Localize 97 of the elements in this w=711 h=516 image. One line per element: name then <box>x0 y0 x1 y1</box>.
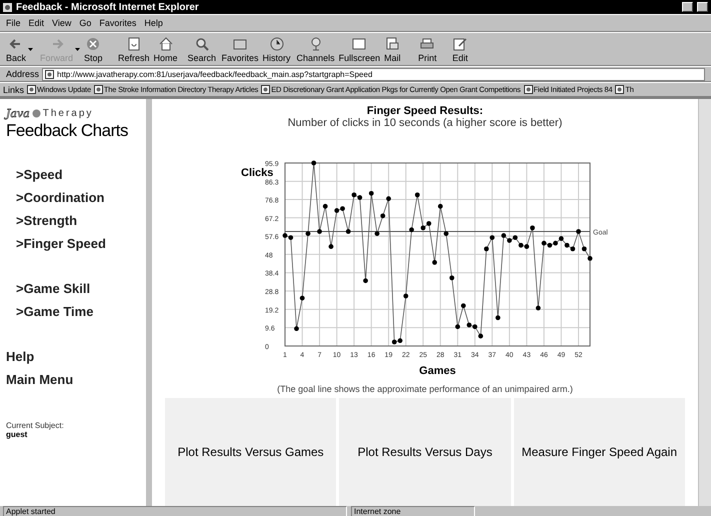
window-title: Feedback - Microsoft Internet Explorer <box>16 2 200 12</box>
data-point <box>536 306 541 310</box>
data-point <box>484 246 489 252</box>
data-point <box>300 296 305 300</box>
caret-icon <box>28 48 34 50</box>
action-button[interactable]: Measure Finger Speed Again <box>514 398 685 506</box>
status-text: Internet zone <box>351 506 475 516</box>
data-point <box>363 278 368 284</box>
toolbar-button[interactable]: Favorites <box>222 36 259 62</box>
nav-link[interactable]: >Coordination <box>16 190 146 205</box>
data-point <box>403 294 408 298</box>
data-point <box>311 160 316 166</box>
window-icon <box>351 36 368 52</box>
address-field[interactable]: http://www.javatherapy.com:81/userjava/feedback/feedback_main.asp?startgraph=Speed <box>42 68 705 80</box>
mail-icon <box>384 36 400 52</box>
menu-item[interactable]: File <box>6 18 21 28</box>
data-point <box>455 324 460 330</box>
data-point <box>588 256 592 261</box>
nav-link[interactable]: >Game Skill <box>16 281 146 296</box>
data-point <box>490 235 495 240</box>
browser-icon <box>3 2 12 12</box>
links-label: Links <box>3 84 24 94</box>
maximize-button[interactable] <box>697 2 708 12</box>
axis-label: Clicks <box>241 167 274 179</box>
chart-subtitle: Number of clicks in 10 seconds (a higher score is better) <box>288 117 562 129</box>
data-point <box>438 204 443 209</box>
data-point <box>328 244 334 249</box>
page-icon <box>27 85 36 94</box>
logo-script: Java <box>6 107 30 120</box>
toolbar-button[interactable]: Edit <box>452 36 482 62</box>
page-icon <box>524 85 533 94</box>
logo-icon <box>32 109 41 118</box>
data-point <box>380 213 386 218</box>
data-point <box>449 275 454 280</box>
menu-item[interactable]: Edit <box>28 18 44 28</box>
clock-icon <box>268 36 285 52</box>
data-point <box>478 334 484 338</box>
sidebar-heading: Feedback Charts <box>6 121 129 141</box>
data-point <box>496 315 500 320</box>
goal-note: (The goal line shows the approximate performance of an unimpaired arm.) <box>277 384 573 394</box>
nav-link[interactable]: >Finger Speed <box>16 236 146 251</box>
toolbar-button[interactable]: Mail <box>384 36 414 62</box>
page-icon <box>615 85 624 94</box>
data-point <box>414 192 420 198</box>
menu-item[interactable]: Favorites <box>99 18 136 28</box>
toolbar-button[interactable]: Refresh <box>118 36 150 62</box>
subject-name: guest <box>6 430 28 439</box>
data-point <box>409 227 414 232</box>
axis-label: Games <box>419 365 456 377</box>
nav-link[interactable]: >Game Time <box>16 304 146 319</box>
home-icon <box>158 36 174 52</box>
menu-item[interactable]: View <box>52 18 72 28</box>
data-point <box>576 229 581 234</box>
toolbar-button[interactable]: Fullscreen <box>338 36 380 62</box>
scrollbar[interactable] <box>698 99 711 506</box>
nav-link[interactable]: Help <box>6 349 146 364</box>
data-point <box>294 326 299 332</box>
subject-label: Current Subject: <box>6 421 65 430</box>
minimize-button[interactable] <box>682 2 693 12</box>
address-label: Address <box>6 69 40 79</box>
toolbar-button[interactable]: Search <box>188 36 218 62</box>
search-icon <box>194 36 210 52</box>
logo-text: Therapy <box>42 108 94 119</box>
printer-icon <box>419 36 436 52</box>
nav-link[interactable]: >Speed <box>16 167 146 182</box>
toolbar-button[interactable]: Home <box>154 36 184 62</box>
stop-icon <box>85 36 102 52</box>
caret-icon <box>75 48 80 50</box>
chart-title: Finger Speed Results: <box>366 105 484 117</box>
toolbar-button[interactable]: Channels <box>296 36 335 62</box>
data-point <box>317 229 322 234</box>
page-icon <box>94 85 103 94</box>
toolbar-button[interactable]: Print <box>418 36 448 62</box>
data-point <box>386 196 391 202</box>
nav-link[interactable]: >Strength <box>16 213 146 228</box>
toolbar-button[interactable]: Stop <box>84 36 114 62</box>
status-text: Applet started <box>3 506 347 516</box>
data-point <box>461 303 466 308</box>
data-point <box>374 231 380 236</box>
data-point <box>530 225 535 230</box>
toolbar-button[interactable]: Back <box>6 36 36 62</box>
page-icon <box>45 70 54 78</box>
data-point <box>582 246 587 252</box>
data-point <box>322 204 328 209</box>
data-point <box>444 231 449 236</box>
page-icon <box>261 85 270 94</box>
data-point <box>432 260 438 265</box>
edit-icon <box>452 36 468 52</box>
data-point <box>306 231 310 236</box>
nav-link[interactable]: Main Menu <box>6 372 146 387</box>
toolbar-button[interactable]: History <box>262 36 293 62</box>
menu-item[interactable]: Help <box>144 18 163 28</box>
data-point <box>368 190 374 196</box>
data-point <box>346 229 351 234</box>
action-button[interactable]: Plot Results Versus Days <box>339 398 511 506</box>
action-button[interactable]: Plot Results Versus Games <box>165 398 336 506</box>
menu-item[interactable]: Go <box>79 18 92 28</box>
